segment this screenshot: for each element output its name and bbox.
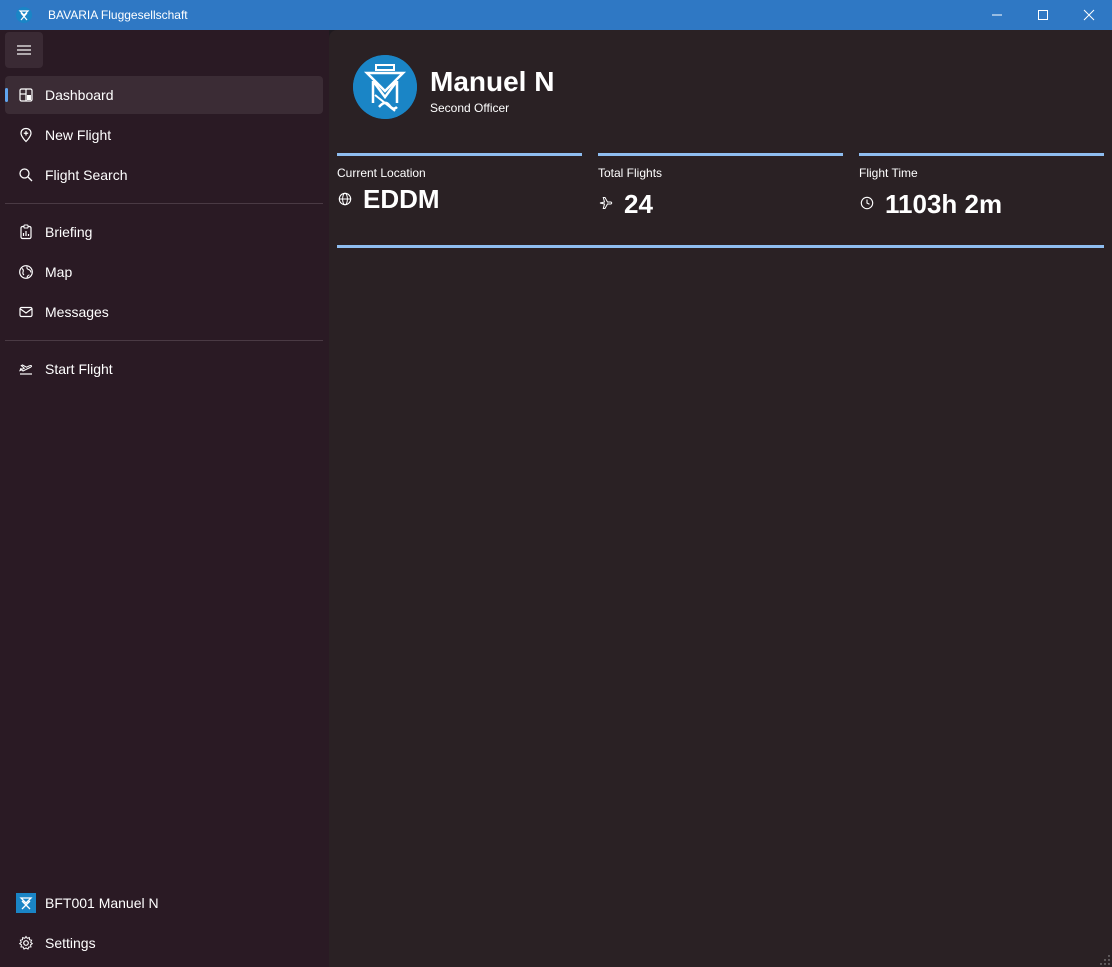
nav-divider — [5, 340, 323, 341]
nav-divider — [5, 203, 323, 204]
nav-item-dashboard[interactable]: Dashboard — [5, 76, 323, 114]
globe-icon — [18, 264, 34, 280]
account-avatar-icon — [16, 893, 36, 913]
nav-item-flight-search[interactable]: Flight Search — [5, 156, 323, 194]
profile-rank: Second Officer — [430, 101, 510, 115]
takeoff-icon — [18, 361, 34, 377]
menu-toggle-button[interactable] — [5, 32, 43, 68]
profile-name: Manuel N — [430, 66, 555, 97]
selection-indicator — [5, 88, 8, 102]
title-bar: BAVARIA Fluggesellschaft — [0, 0, 1112, 30]
search-icon — [18, 167, 34, 183]
section-separator — [337, 245, 1104, 248]
stat-value: 1103h 2m — [885, 189, 1003, 219]
nav-item-label: Start Flight — [45, 361, 113, 377]
nav-item-briefing[interactable]: Briefing — [5, 213, 323, 251]
navigation-pane: Dashboard New Flight Flight Search Brief… — [0, 30, 329, 967]
maximize-button[interactable] — [1020, 0, 1066, 30]
nav-item-label: Messages — [45, 304, 109, 320]
nav-item-label: Settings — [45, 935, 96, 951]
hamburger-icon — [17, 45, 31, 55]
nav-item-new-flight[interactable]: New Flight — [5, 116, 323, 154]
dashboard-icon — [18, 87, 34, 103]
nav-item-messages[interactable]: Messages — [5, 293, 323, 331]
nav-item-start-flight[interactable]: Start Flight — [5, 350, 323, 388]
stat-card-total-flights: Total Flights 24 — [598, 153, 843, 223]
nav-item-map[interactable]: Map — [5, 253, 323, 291]
nav-item-label: Map — [45, 264, 73, 280]
stat-card-current-location: Current Location EDDM — [337, 153, 582, 223]
nav-item-label: New Flight — [45, 127, 112, 143]
stat-value: EDDM — [363, 184, 440, 214]
clock-icon — [860, 196, 874, 210]
nav-item-settings[interactable]: Settings — [5, 924, 323, 962]
stat-label: Flight Time — [859, 166, 918, 180]
stat-label: Current Location — [337, 166, 426, 180]
dashboard-content: Manuel N Second Officer Current Location… — [329, 30, 1112, 967]
location-pin-icon — [18, 127, 34, 143]
minimize-button[interactable] — [974, 0, 1020, 30]
nav-item-label: Dashboard — [45, 87, 114, 103]
resize-grip-icon[interactable] — [1100, 955, 1110, 965]
close-button[interactable] — [1066, 0, 1112, 30]
gear-icon — [18, 935, 34, 951]
nav-item-label: BFT001 Manuel N — [45, 895, 159, 911]
mail-icon — [18, 304, 34, 320]
stat-label: Total Flights — [598, 166, 663, 180]
stat-value: 24 — [624, 189, 653, 219]
close-icon — [1083, 9, 1095, 21]
minimize-icon — [992, 14, 1002, 16]
profile-avatar — [353, 55, 417, 119]
maximize-icon — [1038, 10, 1048, 20]
app-logo-icon — [16, 7, 32, 23]
nav-item-label: Flight Search — [45, 167, 128, 183]
clipboard-icon — [18, 224, 34, 240]
stat-card-flight-time: Flight Time 1103h 2m — [859, 153, 1104, 223]
globe-icon — [338, 192, 352, 206]
nav-item-label: Briefing — [45, 224, 93, 240]
airline-logo-icon — [353, 55, 417, 119]
nav-item-account[interactable]: BFT001 Manuel N — [5, 884, 323, 922]
airplane-icon — [599, 196, 613, 210]
window-title: BAVARIA Fluggesellschaft — [48, 8, 188, 22]
